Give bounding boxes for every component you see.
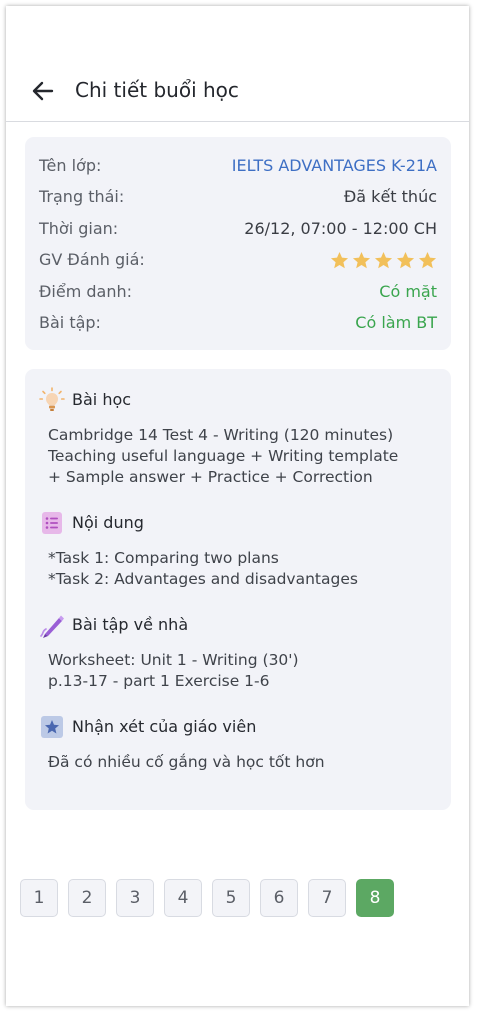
time-row: Thời gian: 26/12, 07:00 - 12:00 CH	[39, 219, 437, 243]
star-icon	[396, 251, 415, 269]
list-icon	[42, 512, 62, 534]
page-button-6[interactable]: 6	[260, 879, 298, 917]
back-button[interactable]	[28, 76, 58, 106]
star-icon	[418, 251, 437, 269]
top-bar: Chi tiết buổi học	[6, 66, 469, 122]
time-value: 26/12, 07:00 - 12:00 CH	[244, 219, 437, 238]
homework-body: Worksheet: Unit 1 - Writing (30') p.13-1…	[48, 651, 299, 690]
pen-icon	[40, 615, 64, 638]
teacher-comment-section: Nhận xét của giáo viên Đã có nhiều cố gắ…	[39, 714, 441, 773]
lesson-title: Bài học	[72, 390, 132, 409]
content-title: Nội dung	[72, 513, 144, 532]
homework-status-value: Có làm BT	[355, 313, 437, 332]
star-icon	[352, 251, 371, 269]
arrow-left-icon	[32, 81, 54, 101]
star-icon	[330, 251, 349, 269]
teacher-comment-body: Đã có nhiều cố gắng và học tốt hơn	[48, 753, 325, 771]
lesson-section: Bài học Cambridge 14 Test 4 - Writing (1…	[39, 387, 441, 488]
page-button-8[interactable]: 8	[356, 879, 394, 917]
attendance-value: Có mặt	[379, 282, 437, 301]
app-screen: Chi tiết buổi học Tên lớp: IELTS ADVANTA…	[6, 6, 469, 1006]
homework-section: Bài tập về nhà Worksheet: Unit 1 - Writi…	[39, 612, 441, 692]
attendance-row: Điểm danh: Có mặt	[39, 282, 437, 306]
homework-status-label: Bài tập:	[39, 313, 101, 332]
page-button-5[interactable]: 5	[212, 879, 250, 917]
status-label: Trạng thái:	[39, 187, 125, 206]
lightbulb-icon	[39, 387, 65, 411]
class-row: Tên lớp: IELTS ADVANTAGES K-21A	[39, 156, 437, 180]
content-section: Nội dung *Task 1: Comparing two plans *T…	[39, 510, 441, 590]
page-button-1[interactable]: 1	[20, 879, 58, 917]
page-button-7[interactable]: 7	[308, 879, 346, 917]
content-body: *Task 1: Comparing two plans *Task 2: Ad…	[48, 549, 358, 588]
homework-title: Bài tập về nhà	[72, 615, 189, 634]
teacher-comment-title: Nhận xét của giáo viên	[72, 717, 257, 736]
star-badge-icon	[41, 716, 63, 738]
rating-label: GV Đánh giá:	[39, 250, 145, 269]
class-link[interactable]: IELTS ADVANTAGES K-21A	[232, 156, 437, 175]
session-info-card: Tên lớp: IELTS ADVANTAGES K-21A Trạng th…	[25, 137, 451, 350]
lesson-details-card: Bài học Cambridge 14 Test 4 - Writing (1…	[25, 369, 451, 810]
lesson-body: Cambridge 14 Test 4 - Writing (120 minut…	[48, 426, 399, 486]
page-button-4[interactable]: 4	[164, 879, 202, 917]
homework-status-row: Bài tập: Có làm BT	[39, 313, 437, 337]
time-label: Thời gian:	[39, 219, 119, 238]
rating-row: GV Đánh giá:	[39, 250, 437, 274]
status-row: Trạng thái: Đã kết thúc	[39, 187, 437, 211]
page-button-2[interactable]: 2	[68, 879, 106, 917]
page-button-3[interactable]: 3	[116, 879, 154, 917]
attendance-label: Điểm danh:	[39, 282, 132, 301]
pagination: 12345678	[20, 879, 394, 917]
class-label: Tên lớp:	[39, 156, 102, 175]
star-icon	[374, 251, 393, 269]
page-title: Chi tiết buổi học	[75, 78, 239, 102]
status-value: Đã kết thúc	[343, 187, 437, 206]
rating-stars	[330, 251, 437, 270]
